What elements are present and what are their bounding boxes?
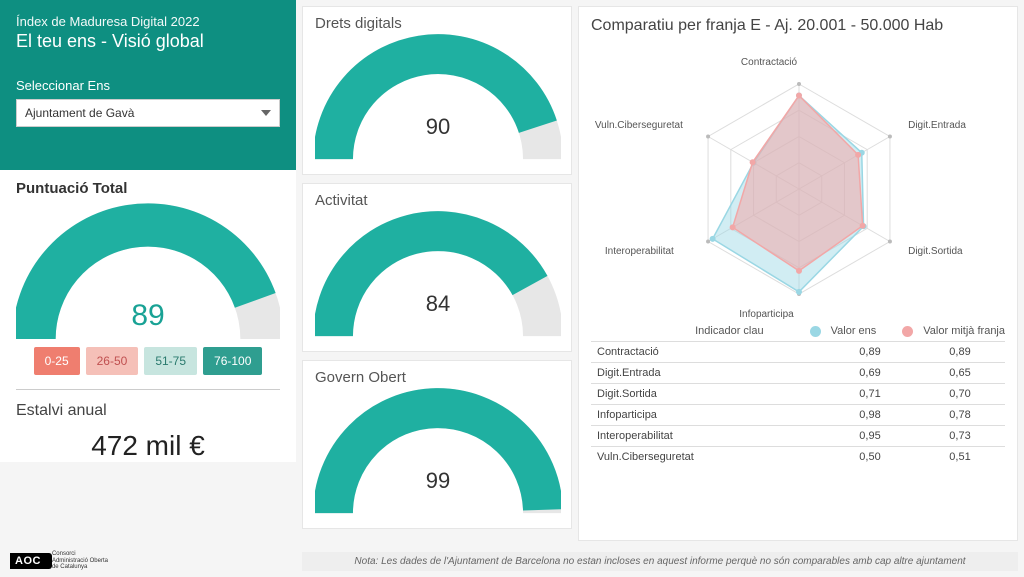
gauge-chart: 99 bbox=[315, 388, 561, 524]
table-row: Digit.Sortida0,710,70 bbox=[591, 384, 1005, 405]
table-row: Interoperabilitat0,950,73 bbox=[591, 426, 1005, 447]
indicator-table: Contractació0,890,89Digit.Entrada0,690,6… bbox=[591, 341, 1005, 467]
header-panel: Índex de Maduresa Digital 2022 El teu en… bbox=[0, 0, 296, 170]
legend-dot-ens bbox=[810, 326, 821, 337]
total-score-gauge: 89 bbox=[16, 201, 280, 351]
table-legend: Indicador clau Valor ens Valor mitjà fra… bbox=[591, 325, 1005, 337]
logo: AOC ConsorciAdministració Obertade Catal… bbox=[10, 551, 108, 571]
total-score-value: 89 bbox=[16, 299, 280, 333]
table-row: Infoparticipa0,980,78 bbox=[591, 405, 1005, 426]
radar-axis-label: Digit.Entrada bbox=[908, 120, 966, 131]
gauge-value: 99 bbox=[315, 468, 561, 494]
legend-chip: 0-25 bbox=[34, 347, 80, 375]
radar-axis-label: Contractació bbox=[741, 57, 797, 68]
radar-axis-label: Vuln.Ciberseguretat bbox=[595, 120, 683, 131]
legend-series-ens: Valor ens bbox=[831, 325, 877, 337]
gauge-value: 90 bbox=[315, 114, 561, 140]
gauge-card: Govern Obert 99 bbox=[302, 360, 572, 529]
total-score-title: Puntuació Total bbox=[16, 180, 280, 197]
gauge-value: 84 bbox=[315, 291, 561, 317]
radar-axis-label: Interoperabilitat bbox=[605, 246, 674, 257]
legend-chip: 76-100 bbox=[203, 347, 262, 375]
table-row: Digit.Entrada0,690,65 bbox=[591, 363, 1005, 384]
gauge-title: Drets digitals bbox=[315, 15, 559, 32]
legend-series-franja: Valor mitjà franja bbox=[923, 325, 1005, 337]
gauge-title: Govern Obert bbox=[315, 369, 559, 386]
radar-axis-label: Infoparticipa bbox=[739, 309, 793, 320]
legend-header: Indicador clau bbox=[695, 325, 764, 337]
radar-axis-label: Digit.Sortida bbox=[908, 246, 962, 257]
gauge-title: Activitat bbox=[315, 192, 559, 209]
footnote: Nota: Les dades de l'Ajuntament de Barce… bbox=[302, 552, 1018, 571]
legend-chip: 26-50 bbox=[86, 347, 139, 375]
logo-text: ConsorciAdministració Obertade Catalunya bbox=[52, 551, 108, 571]
gauge-card: Drets digitals 90 bbox=[302, 6, 572, 175]
table-row: Vuln.Ciberseguretat0,500,51 bbox=[591, 447, 1005, 468]
select-ens-value: Ajuntament de Gavà bbox=[25, 106, 134, 120]
score-legend: 0-2526-5051-7576-100 bbox=[16, 347, 280, 375]
select-label: Seleccionar Ens bbox=[16, 78, 280, 93]
radar-chart: Contractació Digit.Entrada Digit.Sortida In… bbox=[591, 39, 1007, 319]
logo-mark: AOC bbox=[10, 553, 46, 569]
gauge-chart: 84 bbox=[315, 211, 561, 347]
divider bbox=[16, 389, 280, 390]
radar-title: Comparatiu per franja E - Aj. 20.001 - 5… bbox=[591, 17, 1005, 35]
chevron-down-icon bbox=[261, 110, 271, 116]
select-ens-dropdown[interactable]: Ajuntament de Gavà bbox=[16, 99, 280, 127]
gauge-chart: 90 bbox=[315, 34, 561, 170]
legend-chip: 51-75 bbox=[144, 347, 197, 375]
savings-value: 472 mil € bbox=[16, 430, 280, 462]
legend-dot-franja bbox=[902, 326, 913, 337]
header-subtitle: Índex de Maduresa Digital 2022 bbox=[16, 14, 280, 29]
savings-label: Estalvi anual bbox=[16, 402, 280, 420]
table-row: Contractació0,890,89 bbox=[591, 342, 1005, 363]
header-title: El teu ens - Visió global bbox=[16, 31, 280, 52]
gauge-card: Activitat 84 bbox=[302, 183, 572, 352]
